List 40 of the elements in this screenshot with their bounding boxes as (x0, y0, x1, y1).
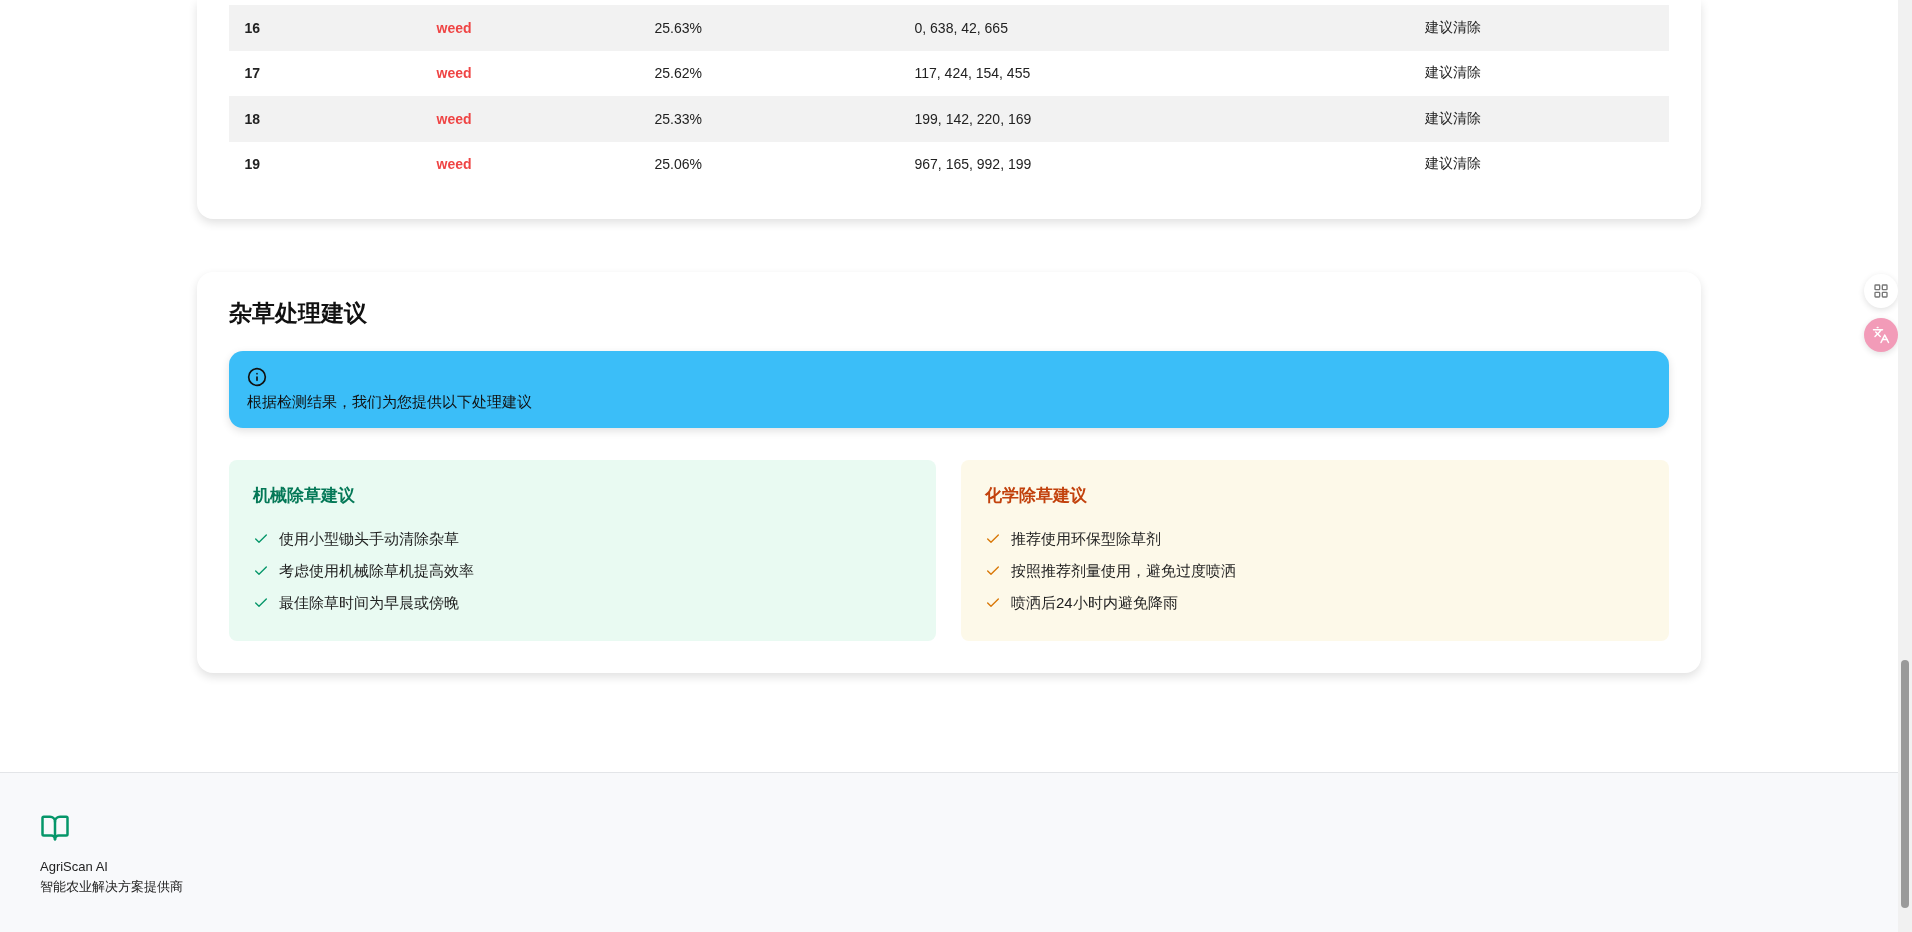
table-cell-text: weed (436, 156, 473, 173)
table-cell-text: weed (436, 110, 473, 127)
table-cell-text: 建议清除 (1424, 18, 1482, 37)
scrollbar[interactable] (1898, 0, 1912, 932)
grid-icon (1873, 283, 1889, 299)
table-cell-text: 18 (244, 110, 262, 127)
table-cell-text: 25.06% (654, 156, 703, 173)
section-title: 杂草处理建议 (228, 299, 368, 328)
table-cell-text: weed (436, 19, 473, 36)
advice-item: 考虑使用机械除草机提高效率 (278, 561, 474, 581)
brand-tagline: 智能农业解决方案提供商 (40, 878, 183, 896)
table-cell-text: 建议清除 (1424, 109, 1482, 128)
table-cell-text: 0, 638, 42, 665 (914, 19, 1009, 36)
table-cell-text: 25.62% (654, 65, 703, 82)
table-cell-text: 199, 142, 220, 169 (914, 110, 1033, 127)
brand-name: AgriScan AI (40, 858, 108, 876)
table-cell-text: 967, 165, 992, 199 (914, 156, 1033, 173)
book-icon (40, 813, 70, 843)
alert-text: 根据检测结果，我们为您提供以下处理建议 (246, 393, 533, 412)
table-cell-text: 19 (244, 156, 262, 173)
table-cell-text: 建议清除 (1424, 64, 1482, 83)
table-cell-text: weed (436, 65, 473, 82)
table-cell-text: 16 (244, 19, 262, 36)
table-cell-text: 17 (244, 65, 262, 82)
table-cell-text: 建议清除 (1424, 155, 1482, 174)
table-cell-text: 25.63% (654, 19, 703, 36)
advice-item: 最佳除草时间为早晨或傍晚 (278, 593, 459, 613)
translate-button[interactable] (1864, 318, 1898, 352)
table-cell-text: 117, 424, 154, 455 (914, 65, 1032, 82)
advice-item: 按照推荐剂量使用，避免过度喷洒 (1011, 561, 1236, 581)
advice-item: 使用小型锄头手动清除杂草 (278, 529, 459, 549)
info-icon (246, 367, 267, 387)
apps-button[interactable] (1864, 274, 1898, 308)
table-cell-text: 25.33% (654, 110, 703, 127)
scrollbar-thumb[interactable] (1901, 660, 1909, 908)
panel-title: 化学除草建议 (985, 485, 1088, 507)
advice-item: 推荐使用环保型除草剂 (1011, 529, 1161, 549)
advice-item: 喷洒后24小时内避免降雨 (1011, 593, 1178, 613)
panel-title: 机械除草建议 (252, 485, 356, 507)
translate-icon (1872, 326, 1890, 344)
